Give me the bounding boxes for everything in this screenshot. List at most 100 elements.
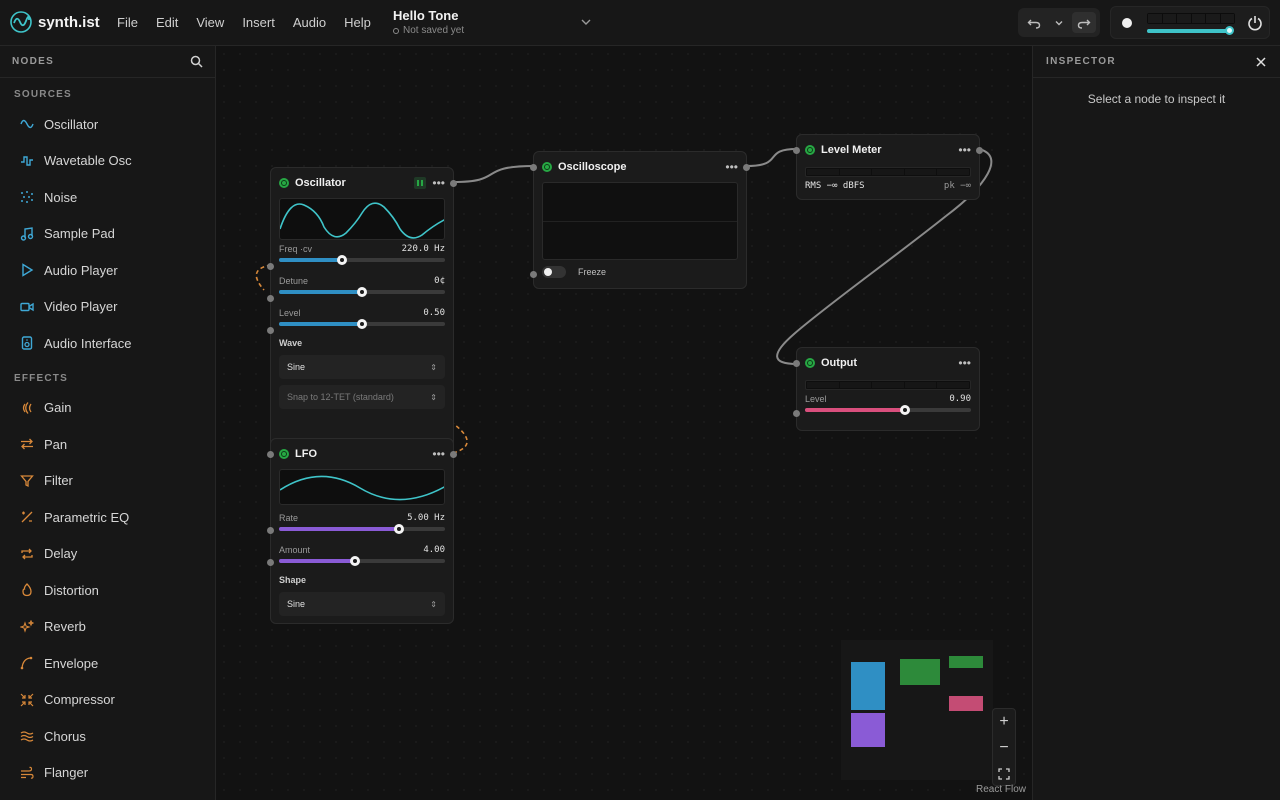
sidebar-item-video-player[interactable]: Video Player: [0, 289, 215, 326]
amount-input-port[interactable]: [267, 559, 274, 566]
close-icon[interactable]: [1256, 56, 1266, 67]
app-logo[interactable]: synth.ist: [10, 11, 100, 33]
slider-track[interactable]: [279, 524, 445, 534]
sidebar-item-sample-pad[interactable]: Sample Pad: [0, 216, 215, 253]
freeze-input-port[interactable]: [530, 271, 537, 278]
sidebar-item-wavetable-osc[interactable]: Wavetable Osc: [0, 143, 215, 180]
wave-select[interactable]: Sine ⇕: [279, 355, 445, 379]
node-header[interactable]: LFO •••: [271, 439, 453, 469]
sidebar-item-reverb[interactable]: Reverb: [0, 609, 215, 646]
node-header[interactable]: Oscilloscope •••: [534, 152, 746, 182]
more-options-icon[interactable]: •••: [958, 143, 971, 157]
menu-edit[interactable]: Edit: [147, 15, 187, 30]
level-input-port[interactable]: [793, 410, 800, 417]
sidebar-item-flanger[interactable]: Flanger: [0, 755, 215, 792]
node-header[interactable]: Oscillator •••: [271, 168, 453, 198]
wire-oscillator-to-scope[interactable]: [452, 165, 535, 183]
slider-knob[interactable]: [393, 524, 404, 534]
waveform-preview: [279, 469, 445, 505]
oscilloscope-node[interactable]: Oscilloscope ••• Freeze: [530, 151, 750, 289]
sidebar-item-chorus[interactable]: Chorus: [0, 718, 215, 755]
sidebar-item-delay[interactable]: Delay: [0, 536, 215, 573]
sidebar-item-parametric-eq[interactable]: Parametric EQ: [0, 499, 215, 536]
sidebar-item-filter[interactable]: Filter: [0, 463, 215, 500]
meter-input-port[interactable]: [793, 147, 800, 154]
more-options-icon[interactable]: •••: [725, 160, 738, 174]
document-title[interactable]: Hello Tone: [393, 8, 464, 23]
sidebar-item-oscillator[interactable]: Oscillator: [0, 106, 215, 143]
search-icon[interactable]: [190, 55, 203, 68]
level-input-port[interactable]: [267, 327, 274, 334]
sidebar-item-label: Wavetable Osc: [44, 153, 132, 169]
zoom-in-button[interactable]: +: [993, 709, 1015, 735]
more-options-icon[interactable]: •••: [432, 447, 445, 461]
history-dropdown-button[interactable]: [1047, 12, 1071, 33]
sidebar-item-noise[interactable]: Noise: [0, 179, 215, 216]
slider-knob[interactable]: [357, 319, 367, 329]
sidebar-item-gain[interactable]: Gain: [0, 390, 215, 427]
shape-select[interactable]: Sine ⇕: [279, 592, 445, 616]
react-flow-attribution[interactable]: React Flow: [976, 784, 1026, 795]
node-power-icon[interactable]: [805, 145, 815, 155]
sidebar-item-distortion[interactable]: Distortion: [0, 572, 215, 609]
undo-button[interactable]: [1022, 12, 1046, 33]
scope-output-port[interactable]: [743, 164, 750, 171]
menu-help[interactable]: Help: [335, 15, 380, 30]
tuning-select[interactable]: Snap to 12-TET (standard) ⇕: [279, 385, 445, 409]
freeze-toggle[interactable]: [542, 266, 566, 278]
chevron-down-icon[interactable]: [580, 16, 592, 28]
slider-track[interactable]: [279, 287, 445, 297]
rate-input-port[interactable]: [267, 527, 274, 534]
master-volume-slider[interactable]: [1147, 26, 1234, 35]
power-icon[interactable]: [1247, 15, 1263, 31]
more-options-icon[interactable]: •••: [432, 176, 445, 190]
node-header[interactable]: Level Meter •••: [797, 135, 979, 165]
menu-bar: File Edit View Insert Audio Help: [108, 15, 380, 30]
slider-track[interactable]: [279, 319, 445, 329]
sidebar-item-audio-interface[interactable]: Audio Interface: [0, 325, 215, 362]
master-volume-knob[interactable]: [1224, 26, 1234, 35]
node-power-icon[interactable]: [805, 358, 815, 368]
wire-scope-to-meter[interactable]: [745, 148, 798, 167]
node-header[interactable]: Output •••: [797, 348, 979, 378]
sidebar-item-audio-player[interactable]: Audio Player: [0, 252, 215, 289]
oscillator-node[interactable]: Oscillator ••• Freq ·cv 220.0 Hz Detune …: [267, 167, 457, 463]
detune-input-port[interactable]: [267, 295, 274, 302]
node-power-icon[interactable]: [279, 178, 289, 188]
meter-output-port[interactable]: [976, 147, 983, 154]
more-options-icon[interactable]: •••: [958, 356, 971, 370]
noise-icon: [21, 191, 33, 204]
zoom-out-button[interactable]: −: [993, 735, 1015, 761]
menu-audio[interactable]: Audio: [284, 15, 335, 30]
document-info[interactable]: Hello Tone Not saved yet: [393, 8, 464, 36]
slider-knob[interactable]: [337, 255, 348, 265]
slider-knob[interactable]: [350, 556, 361, 566]
scope-input-port[interactable]: [530, 164, 537, 171]
slider-knob[interactable]: [899, 405, 910, 415]
slider-knob[interactable]: [357, 287, 367, 297]
lfo-node[interactable]: LFO ••• Rate 5.00 Hz Amount 4.00 Shape S…: [267, 438, 457, 624]
sidebar-item-compressor[interactable]: Compressor: [0, 682, 215, 719]
freq-cv-input-port[interactable]: [267, 263, 274, 270]
sidebar-item-envelope[interactable]: Envelope: [0, 645, 215, 682]
slider-track[interactable]: [279, 556, 445, 566]
menu-view[interactable]: View: [187, 15, 233, 30]
level-meter-node[interactable]: Level Meter ••• RMS −∞ dBFS pk −∞: [793, 134, 983, 200]
minimap[interactable]: [841, 640, 993, 780]
sidebar-item-pan[interactable]: Pan: [0, 426, 215, 463]
menu-insert[interactable]: Insert: [233, 15, 284, 30]
output-input-port[interactable]: [793, 360, 800, 367]
pause-icon[interactable]: [414, 177, 427, 189]
node-power-icon[interactable]: [279, 449, 289, 459]
lfo-output-port[interactable]: [450, 451, 457, 458]
node-graph-canvas[interactable]: Oscillator ••• Freq ·cv 220.0 Hz Detune …: [216, 46, 1032, 800]
output-node[interactable]: Output ••• Level 0.90: [793, 347, 980, 431]
output-port[interactable]: [450, 180, 457, 187]
redo-button[interactable]: [1072, 12, 1096, 33]
menu-file[interactable]: File: [108, 15, 147, 30]
lfo-input-port[interactable]: [267, 451, 274, 458]
record-button[interactable]: [1122, 18, 1132, 28]
node-power-icon[interactable]: [542, 162, 552, 172]
slider-track[interactable]: [805, 405, 971, 415]
slider-track[interactable]: [279, 255, 445, 265]
